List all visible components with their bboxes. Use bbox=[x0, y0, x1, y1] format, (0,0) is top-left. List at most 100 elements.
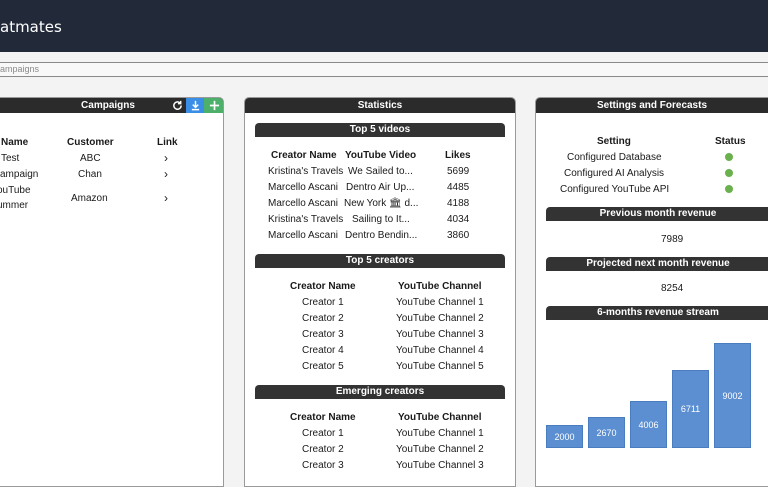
settings-title: Settings and Forecasts bbox=[596, 100, 708, 111]
video-creator: Marcello Ascani bbox=[268, 230, 339, 241]
previous-revenue-header: Previous month revenue bbox=[546, 207, 768, 221]
revenue-bar-label: 9002 bbox=[722, 391, 743, 401]
breadcrumb[interactable]: ampaigns bbox=[0, 62, 768, 77]
creator-name: Creator 2 bbox=[302, 444, 344, 455]
creator-channel: YouTube Channel 3 bbox=[396, 460, 484, 471]
campaigns-panel-header: Campaigns bbox=[0, 98, 223, 113]
creator-name: Creator 2 bbox=[302, 313, 344, 324]
campaign-link[interactable]: › bbox=[164, 192, 168, 204]
setting-label: Configured AI Analysis bbox=[564, 168, 665, 179]
creator-name: Creator 4 bbox=[302, 345, 344, 356]
campaigns-title: Campaigns bbox=[81, 100, 135, 111]
creator-channel: YouTube Channel 1 bbox=[396, 297, 484, 308]
status-indicator bbox=[725, 169, 733, 177]
video-title: Dentro Bendin... bbox=[345, 230, 418, 241]
revenue-bar: 4006 bbox=[630, 401, 667, 448]
col-creator-name: Creator Name bbox=[290, 412, 356, 423]
campaign-name: campaign bbox=[0, 169, 39, 180]
campaign-customer: ABC bbox=[80, 153, 101, 164]
video-likes: 4485 bbox=[447, 182, 470, 193]
revenue-bar-label: 2000 bbox=[554, 432, 575, 442]
status-indicator bbox=[725, 153, 733, 161]
revenue-bar-label: 4006 bbox=[638, 420, 659, 430]
col-likes: Likes bbox=[445, 150, 471, 161]
revenue-bar: 2000 bbox=[546, 425, 583, 448]
breadcrumb-item[interactable]: ampaigns bbox=[0, 64, 39, 74]
revenue-stream-chart: 2000 2670 4006 6711 9002 bbox=[536, 320, 768, 452]
campaign-name-line2: ummer bbox=[0, 200, 29, 211]
col-creator-name: Creator Name bbox=[290, 281, 356, 292]
plus-icon bbox=[209, 100, 219, 111]
col-link: Link bbox=[157, 137, 178, 148]
previous-revenue-value: 7989 bbox=[661, 234, 684, 245]
settings-panel: Settings and Forecasts Setting Status Co… bbox=[535, 97, 768, 487]
status-indicator bbox=[725, 185, 733, 193]
video-likes: 5699 bbox=[447, 166, 470, 177]
setting-label: Configured Database bbox=[567, 152, 662, 163]
creator-channel: YouTube Channel 1 bbox=[396, 428, 484, 439]
video-likes: 4034 bbox=[447, 214, 470, 225]
revenue-bar: 6711 bbox=[672, 370, 709, 448]
revenue-bar-label: 2670 bbox=[596, 428, 617, 438]
add-campaign-button[interactable] bbox=[204, 98, 223, 113]
projected-revenue-header: Projected next month revenue bbox=[546, 257, 768, 271]
refresh-icon bbox=[172, 100, 182, 110]
top-creators-header: Top 5 creators bbox=[255, 254, 505, 268]
creator-channel: YouTube Channel 4 bbox=[396, 345, 484, 356]
col-creator-name: Creator Name bbox=[271, 150, 337, 161]
projected-revenue-title: Projected next month revenue bbox=[586, 258, 730, 269]
video-title: New York 🏛 d... bbox=[344, 198, 419, 209]
col-status: Status bbox=[715, 136, 746, 147]
statistics-panel: Statistics Top 5 videos Creator Name You… bbox=[244, 97, 516, 487]
emerging-creators-header: Emerging creators bbox=[255, 385, 505, 399]
video-creator: Kristina's Travels bbox=[268, 214, 344, 225]
setting-label: Configured YouTube API bbox=[560, 184, 670, 195]
refresh-button[interactable] bbox=[168, 98, 186, 113]
col-name: Name bbox=[1, 137, 29, 148]
video-likes: 3860 bbox=[447, 230, 470, 241]
campaign-customer: Chan bbox=[78, 169, 102, 180]
app-title: atmates bbox=[0, 18, 62, 36]
campaign-link[interactable]: › bbox=[164, 168, 168, 180]
campaigns-panel: Campaigns Name Customer Link Test ABC › … bbox=[0, 97, 224, 487]
video-creator: Kristina's Travels bbox=[268, 166, 344, 177]
revenue-bar: 9002 bbox=[714, 343, 751, 448]
creator-channel: YouTube Channel 2 bbox=[396, 444, 484, 455]
col-setting: Setting bbox=[597, 136, 631, 147]
revenue-bar-label: 6711 bbox=[680, 404, 701, 414]
top-videos-header: Top 5 videos bbox=[255, 123, 505, 137]
creator-name: Creator 1 bbox=[302, 428, 344, 439]
statistics-panel-header: Statistics bbox=[245, 98, 515, 113]
download-icon bbox=[191, 100, 199, 111]
video-title: Sailing to It... bbox=[352, 214, 410, 225]
campaign-name: ouTube bbox=[0, 185, 31, 196]
video-likes: 4188 bbox=[447, 198, 470, 209]
previous-revenue-title: Previous month revenue bbox=[599, 208, 717, 219]
col-youtube-video: YouTube Video bbox=[345, 150, 417, 161]
col-customer: Customer bbox=[67, 137, 114, 148]
creator-name: Creator 1 bbox=[302, 297, 344, 308]
download-button[interactable] bbox=[186, 98, 204, 113]
creator-name: Creator 3 bbox=[302, 460, 344, 471]
top-bar: atmates bbox=[0, 0, 768, 52]
projected-revenue-value: 8254 bbox=[661, 283, 684, 294]
video-title: Dentro Air Up... bbox=[346, 182, 415, 193]
top-creators-title: Top 5 creators bbox=[345, 255, 415, 266]
col-youtube-channel: YouTube Channel bbox=[398, 281, 482, 292]
settings-panel-header: Settings and Forecasts bbox=[536, 98, 768, 113]
top-videos-title: Top 5 videos bbox=[349, 124, 411, 135]
creator-name: Creator 3 bbox=[302, 329, 344, 340]
revenue-stream-title: 6-months revenue stream bbox=[597, 307, 719, 318]
campaign-link[interactable]: › bbox=[164, 152, 168, 164]
revenue-stream-header: 6-months revenue stream bbox=[546, 306, 768, 320]
creator-channel: YouTube Channel 3 bbox=[396, 329, 484, 340]
revenue-bar: 2670 bbox=[588, 417, 625, 448]
video-title: We Sailed to... bbox=[348, 166, 413, 177]
creator-name: Creator 5 bbox=[302, 361, 344, 372]
video-creator: Marcello Ascani bbox=[268, 198, 339, 209]
creator-channel: YouTube Channel 2 bbox=[396, 313, 484, 324]
campaign-name: Test bbox=[1, 153, 20, 164]
creator-channel: YouTube Channel 5 bbox=[396, 361, 484, 372]
col-youtube-channel: YouTube Channel bbox=[398, 412, 482, 423]
statistics-title: Statistics bbox=[357, 100, 403, 111]
